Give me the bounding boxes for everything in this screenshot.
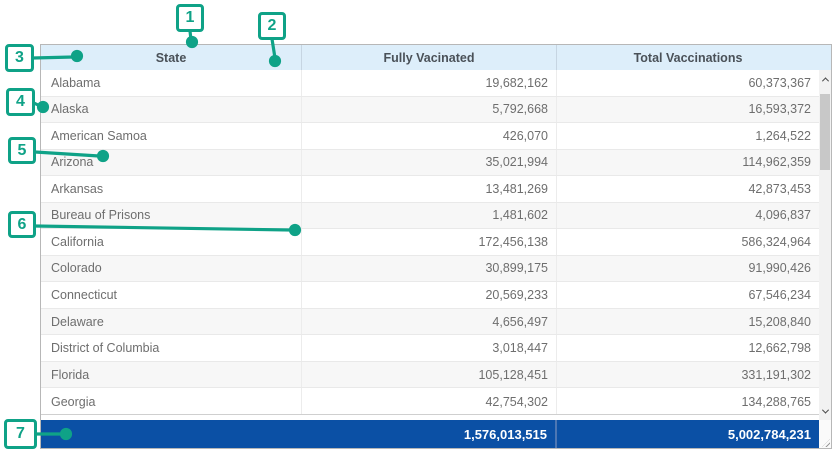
- cell-fully-vaccinated: 426,070: [302, 123, 557, 149]
- cell-state: Alabama: [41, 70, 302, 96]
- scrollbar-corner: [819, 420, 831, 448]
- vaccination-table: State Fully Vacinated Total Vaccinations…: [40, 44, 832, 449]
- table-row[interactable]: Colorado 30,899,175 91,990,426: [41, 256, 819, 283]
- cell-fully-vaccinated: 30,899,175: [302, 256, 557, 282]
- table-row[interactable]: Georgia 42,754,302 134,288,765: [41, 388, 819, 415]
- cell-total-vaccinations: 15,208,840: [557, 309, 819, 335]
- column-header-total-vaccinations: Total Vaccinations: [557, 45, 819, 70]
- cell-total-vaccinations: 60,373,367: [557, 70, 819, 96]
- scrollbar-thumb[interactable]: [820, 94, 830, 170]
- cell-fully-vaccinated: 19,682,162: [302, 70, 557, 96]
- totals-cell-total-vaccinations: 5,002,784,231: [557, 420, 819, 448]
- scroll-up-button[interactable]: [819, 72, 831, 86]
- table-row[interactable]: Arkansas 13,481,269 42,873,453: [41, 176, 819, 203]
- table-row[interactable]: Connecticut 20,569,233 67,546,234: [41, 282, 819, 309]
- table-row[interactable]: Delaware 4,656,497 15,208,840: [41, 309, 819, 336]
- cell-state: Connecticut: [41, 282, 302, 308]
- table-row[interactable]: Florida 105,128,451 331,191,302: [41, 362, 819, 389]
- cell-state: Delaware: [41, 309, 302, 335]
- callout-6: 6: [8, 211, 36, 238]
- cell-total-vaccinations: 331,191,302: [557, 362, 819, 388]
- table-row[interactable]: Arizona 35,021,994 114,962,359: [41, 150, 819, 177]
- table-body: Alabama 19,682,162 60,373,367 Alaska 5,7…: [41, 70, 819, 415]
- cell-total-vaccinations: 1,264,522: [557, 123, 819, 149]
- cell-fully-vaccinated: 42,754,302: [302, 388, 557, 415]
- cell-total-vaccinations: 42,873,453: [557, 176, 819, 202]
- cell-state: District of Columbia: [41, 335, 302, 361]
- table-row[interactable]: Bureau of Prisons 1,481,602 4,096,837: [41, 203, 819, 230]
- cell-fully-vaccinated: 35,021,994: [302, 150, 557, 176]
- table-header-row: State Fully Vacinated Total Vaccinations: [41, 45, 831, 70]
- chevron-down-icon: [821, 406, 828, 413]
- cell-total-vaccinations: 4,096,837: [557, 203, 819, 229]
- cell-state: Georgia: [41, 388, 302, 415]
- cell-total-vaccinations: 67,546,234: [557, 282, 819, 308]
- cell-total-vaccinations: 16,593,372: [557, 97, 819, 123]
- scroll-down-button[interactable]: [819, 404, 831, 418]
- callout-4: 4: [6, 88, 35, 116]
- cell-total-vaccinations: 586,324,964: [557, 229, 819, 255]
- totals-cell-empty: [41, 420, 302, 448]
- totals-cell-fully-vaccinated: 1,576,013,515: [302, 420, 557, 448]
- table-row[interactable]: Alabama 19,682,162 60,373,367: [41, 70, 819, 97]
- table-row[interactable]: American Samoa 426,070 1,264,522: [41, 123, 819, 150]
- cell-state: California: [41, 229, 302, 255]
- cell-state: Arizona: [41, 150, 302, 176]
- cell-fully-vaccinated: 105,128,451: [302, 362, 557, 388]
- chevron-up-icon: [821, 77, 828, 84]
- cell-state: Colorado: [41, 256, 302, 282]
- cell-state: Arkansas: [41, 176, 302, 202]
- table-row[interactable]: District of Columbia 3,018,447 12,662,79…: [41, 335, 819, 362]
- cell-fully-vaccinated: 20,569,233: [302, 282, 557, 308]
- callout-7: 7: [4, 419, 37, 449]
- cell-fully-vaccinated: 3,018,447: [302, 335, 557, 361]
- cell-state: Florida: [41, 362, 302, 388]
- cell-state: Alaska: [41, 97, 302, 123]
- column-header-fully-vaccinated: Fully Vacinated: [302, 45, 557, 70]
- cell-fully-vaccinated: 172,456,138: [302, 229, 557, 255]
- callout-1: 1: [176, 4, 204, 32]
- cell-total-vaccinations: 12,662,798: [557, 335, 819, 361]
- annotated-table-screenshot: State Fully Vacinated Total Vaccinations…: [0, 0, 833, 453]
- table-row[interactable]: Alaska 5,792,668 16,593,372: [41, 97, 819, 124]
- cell-fully-vaccinated: 4,656,497: [302, 309, 557, 335]
- header-spacer: [819, 45, 831, 70]
- cell-total-vaccinations: 134,288,765: [557, 388, 819, 415]
- column-header-state: State: [41, 45, 302, 70]
- cell-fully-vaccinated: 13,481,269: [302, 176, 557, 202]
- cell-state: American Samoa: [41, 123, 302, 149]
- callout-5: 5: [8, 137, 36, 164]
- callout-2: 2: [258, 12, 286, 40]
- table-row[interactable]: California 172,456,138 586,324,964: [41, 229, 819, 256]
- cell-total-vaccinations: 114,962,359: [557, 150, 819, 176]
- resize-grip-icon: [822, 439, 830, 447]
- vertical-scrollbar[interactable]: [819, 70, 831, 420]
- cell-total-vaccinations: 91,990,426: [557, 256, 819, 282]
- callout-3: 3: [5, 44, 34, 72]
- cell-fully-vaccinated: 1,481,602: [302, 203, 557, 229]
- table-totals-row: 1,576,013,515 5,002,784,231: [41, 420, 819, 448]
- cell-state: Bureau of Prisons: [41, 203, 302, 229]
- cell-fully-vaccinated: 5,792,668: [302, 97, 557, 123]
